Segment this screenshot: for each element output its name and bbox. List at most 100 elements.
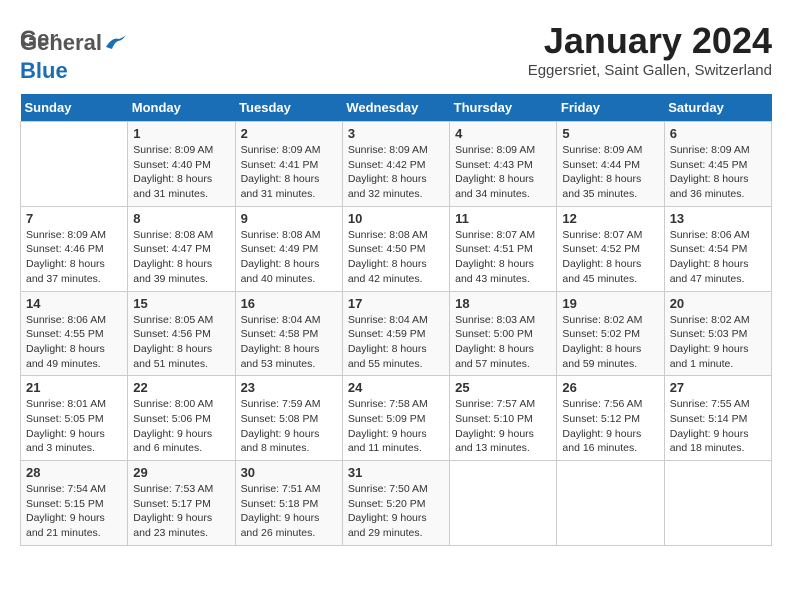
day-info: Sunrise: 8:09 AM Sunset: 4:43 PM Dayligh… xyxy=(455,143,551,202)
daylight: Daylight: 8 hours and 35 minutes. xyxy=(562,173,641,200)
day-number: 24 xyxy=(348,380,444,395)
day-cell xyxy=(450,461,557,546)
daylight: Daylight: 8 hours and 53 minutes. xyxy=(241,343,320,370)
sunrise: Sunrise: 8:08 AM xyxy=(133,229,213,241)
daylight: Daylight: 8 hours and 36 minutes. xyxy=(670,173,749,200)
daylight: Daylight: 8 hours and 57 minutes. xyxy=(455,343,534,370)
sunset: Sunset: 4:49 PM xyxy=(241,243,319,255)
day-cell: 3 Sunrise: 8:09 AM Sunset: 4:42 PM Dayli… xyxy=(342,122,449,207)
day-info: Sunrise: 7:59 AM Sunset: 5:08 PM Dayligh… xyxy=(241,397,337,456)
daylight: Daylight: 8 hours and 59 minutes. xyxy=(562,343,641,370)
header-row: SundayMondayTuesdayWednesdayThursdayFrid… xyxy=(21,94,772,122)
day-cell: 14 Sunrise: 8:06 AM Sunset: 4:55 PM Dayl… xyxy=(21,291,128,376)
sunset: Sunset: 4:44 PM xyxy=(562,159,640,171)
sunset: Sunset: 4:52 PM xyxy=(562,243,640,255)
logo: General General Blue xyxy=(20,20,126,84)
day-number: 5 xyxy=(562,126,658,141)
day-number: 16 xyxy=(241,296,337,311)
day-info: Sunrise: 8:04 AM Sunset: 4:59 PM Dayligh… xyxy=(348,313,444,372)
daylight: Daylight: 8 hours and 34 minutes. xyxy=(455,173,534,200)
daylight: Daylight: 9 hours and 26 minutes. xyxy=(241,512,320,539)
header-friday: Friday xyxy=(557,94,664,122)
day-number: 15 xyxy=(133,296,229,311)
calendar-table: SundayMondayTuesdayWednesdayThursdayFrid… xyxy=(20,94,772,546)
day-cell: 23 Sunrise: 7:59 AM Sunset: 5:08 PM Dayl… xyxy=(235,376,342,461)
sunset: Sunset: 4:54 PM xyxy=(670,243,748,255)
sunset: Sunset: 5:05 PM xyxy=(26,413,104,425)
day-number: 30 xyxy=(241,465,337,480)
sunset: Sunset: 4:42 PM xyxy=(348,159,426,171)
day-cell: 27 Sunrise: 7:55 AM Sunset: 5:14 PM Dayl… xyxy=(664,376,771,461)
svg-text:General: General xyxy=(20,26,58,51)
sunrise: Sunrise: 8:09 AM xyxy=(348,144,428,156)
day-info: Sunrise: 8:09 AM Sunset: 4:41 PM Dayligh… xyxy=(241,143,337,202)
day-info: Sunrise: 8:08 AM Sunset: 4:49 PM Dayligh… xyxy=(241,228,337,287)
day-info: Sunrise: 8:08 AM Sunset: 4:47 PM Dayligh… xyxy=(133,228,229,287)
day-info: Sunrise: 8:01 AM Sunset: 5:05 PM Dayligh… xyxy=(26,397,122,456)
day-info: Sunrise: 8:09 AM Sunset: 4:40 PM Dayligh… xyxy=(133,143,229,202)
sunrise: Sunrise: 7:51 AM xyxy=(241,483,321,495)
sunset: Sunset: 4:40 PM xyxy=(133,159,211,171)
sunrise: Sunrise: 8:09 AM xyxy=(455,144,535,156)
day-cell: 13 Sunrise: 8:06 AM Sunset: 4:54 PM Dayl… xyxy=(664,206,771,291)
sunset: Sunset: 4:50 PM xyxy=(348,243,426,255)
sunrise: Sunrise: 7:50 AM xyxy=(348,483,428,495)
daylight: Daylight: 9 hours and 8 minutes. xyxy=(241,428,320,455)
day-number: 19 xyxy=(562,296,658,311)
sunrise: Sunrise: 7:56 AM xyxy=(562,398,642,410)
sunrise: Sunrise: 8:09 AM xyxy=(241,144,321,156)
sunset: Sunset: 5:03 PM xyxy=(670,328,748,340)
daylight: Daylight: 8 hours and 55 minutes. xyxy=(348,343,427,370)
day-info: Sunrise: 8:03 AM Sunset: 5:00 PM Dayligh… xyxy=(455,313,551,372)
day-info: Sunrise: 8:06 AM Sunset: 4:55 PM Dayligh… xyxy=(26,313,122,372)
sunrise: Sunrise: 7:57 AM xyxy=(455,398,535,410)
sunset: Sunset: 4:55 PM xyxy=(26,328,104,340)
day-info: Sunrise: 8:07 AM Sunset: 4:51 PM Dayligh… xyxy=(455,228,551,287)
sunset: Sunset: 5:14 PM xyxy=(670,413,748,425)
day-info: Sunrise: 7:53 AM Sunset: 5:17 PM Dayligh… xyxy=(133,482,229,541)
day-cell: 11 Sunrise: 8:07 AM Sunset: 4:51 PM Dayl… xyxy=(450,206,557,291)
day-number: 14 xyxy=(26,296,122,311)
header-thursday: Thursday xyxy=(450,94,557,122)
sunrise: Sunrise: 8:04 AM xyxy=(241,314,321,326)
day-cell: 12 Sunrise: 8:07 AM Sunset: 4:52 PM Dayl… xyxy=(557,206,664,291)
day-number: 23 xyxy=(241,380,337,395)
sunrise: Sunrise: 8:04 AM xyxy=(348,314,428,326)
day-cell: 17 Sunrise: 8:04 AM Sunset: 4:59 PM Dayl… xyxy=(342,291,449,376)
sunrise: Sunrise: 8:08 AM xyxy=(348,229,428,241)
day-info: Sunrise: 8:02 AM Sunset: 5:02 PM Dayligh… xyxy=(562,313,658,372)
sunrise: Sunrise: 7:54 AM xyxy=(26,483,106,495)
sunrise: Sunrise: 8:09 AM xyxy=(133,144,213,156)
day-info: Sunrise: 8:09 AM Sunset: 4:45 PM Dayligh… xyxy=(670,143,766,202)
sunset: Sunset: 4:43 PM xyxy=(455,159,533,171)
daylight: Daylight: 8 hours and 42 minutes. xyxy=(348,258,427,285)
day-cell: 6 Sunrise: 8:09 AM Sunset: 4:45 PM Dayli… xyxy=(664,122,771,207)
day-cell: 19 Sunrise: 8:02 AM Sunset: 5:02 PM Dayl… xyxy=(557,291,664,376)
daylight: Daylight: 9 hours and 3 minutes. xyxy=(26,428,105,455)
daylight: Daylight: 8 hours and 47 minutes. xyxy=(670,258,749,285)
day-cell: 21 Sunrise: 8:01 AM Sunset: 5:05 PM Dayl… xyxy=(21,376,128,461)
day-cell: 7 Sunrise: 8:09 AM Sunset: 4:46 PM Dayli… xyxy=(21,206,128,291)
daylight: Daylight: 8 hours and 43 minutes. xyxy=(455,258,534,285)
sunset: Sunset: 5:02 PM xyxy=(562,328,640,340)
daylight: Daylight: 9 hours and 6 minutes. xyxy=(133,428,212,455)
day-info: Sunrise: 8:09 AM Sunset: 4:42 PM Dayligh… xyxy=(348,143,444,202)
month-title: January 2024 xyxy=(528,20,772,62)
daylight: Daylight: 9 hours and 11 minutes. xyxy=(348,428,427,455)
sunset: Sunset: 4:41 PM xyxy=(241,159,319,171)
sunrise: Sunrise: 8:00 AM xyxy=(133,398,213,410)
day-number: 22 xyxy=(133,380,229,395)
day-info: Sunrise: 8:07 AM Sunset: 4:52 PM Dayligh… xyxy=(562,228,658,287)
week-row-2: 14 Sunrise: 8:06 AM Sunset: 4:55 PM Dayl… xyxy=(21,291,772,376)
header-wednesday: Wednesday xyxy=(342,94,449,122)
sunset: Sunset: 5:15 PM xyxy=(26,498,104,510)
daylight: Daylight: 8 hours and 39 minutes. xyxy=(133,258,212,285)
sunrise: Sunrise: 8:02 AM xyxy=(562,314,642,326)
day-number: 20 xyxy=(670,296,766,311)
sunrise: Sunrise: 8:06 AM xyxy=(26,314,106,326)
daylight: Daylight: 9 hours and 21 minutes. xyxy=(26,512,105,539)
day-info: Sunrise: 7:55 AM Sunset: 5:14 PM Dayligh… xyxy=(670,397,766,456)
daylight: Daylight: 8 hours and 49 minutes. xyxy=(26,343,105,370)
sunset: Sunset: 4:51 PM xyxy=(455,243,533,255)
day-cell: 9 Sunrise: 8:08 AM Sunset: 4:49 PM Dayli… xyxy=(235,206,342,291)
